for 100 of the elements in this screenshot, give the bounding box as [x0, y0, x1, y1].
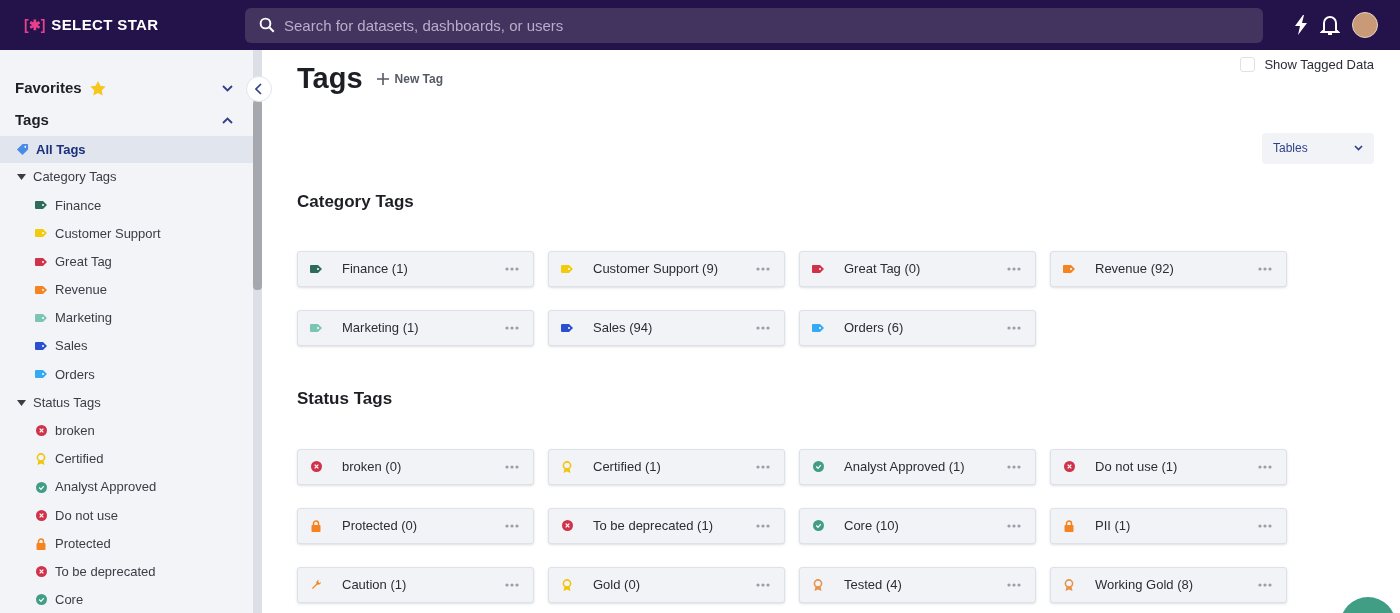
tag-label: Do not use (1): [1095, 457, 1179, 476]
tag-label: Gold (0): [593, 575, 641, 594]
tag-card[interactable]: Certified (1): [548, 448, 785, 485]
tables-dropdown[interactable]: Tables: [1262, 132, 1374, 164]
more-icon[interactable]: [505, 267, 519, 271]
tag-label: Great Tag (0): [844, 260, 922, 279]
new-tag-button[interactable]: New Tag: [376, 69, 443, 88]
page-title: Tags: [297, 61, 363, 96]
tree-group[interactable]: Category Tags: [0, 163, 253, 192]
chevron-down-icon[interactable]: [222, 84, 233, 92]
tag-card[interactable]: Gold (0): [548, 566, 785, 603]
tag-card[interactable]: Do not use (1): [1050, 448, 1287, 485]
tree-item[interactable]: Certified: [0, 444, 253, 474]
tag-card[interactable]: Core (10): [799, 507, 1036, 544]
tag-card[interactable]: PII (1): [1050, 507, 1287, 544]
section-heading[interactable]: Tags: [15, 108, 49, 132]
more-icon[interactable]: [1007, 523, 1021, 528]
more-icon[interactable]: [505, 582, 519, 587]
tree-item[interactable]: Great Tag: [0, 247, 253, 276]
scrollbar-thumb[interactable]: [253, 100, 262, 290]
tag-card[interactable]: Revenue (92): [1050, 251, 1287, 287]
tag-card[interactable]: Marketing (1): [297, 310, 534, 346]
tag-label: Revenue (92): [1095, 260, 1175, 279]
more-icon[interactable]: [505, 326, 519, 330]
logo-mark: [✱]: [24, 15, 46, 35]
tag-label: Customer Support (9): [593, 260, 719, 279]
more-icon[interactable]: [1007, 267, 1021, 271]
scrollbar[interactable]: [253, 50, 262, 613]
tag-card[interactable]: To be deprecated (1): [548, 507, 785, 544]
tree-item[interactable]: broken: [0, 416, 253, 445]
tree-item[interactable]: Sales: [0, 332, 253, 361]
more-icon[interactable]: [1007, 464, 1021, 469]
tag-card[interactable]: Tested (4): [799, 566, 1036, 603]
tag-card[interactable]: Working Gold (8): [1050, 566, 1287, 603]
tag-card[interactable]: Customer Support (9): [548, 251, 785, 287]
more-icon[interactable]: [1007, 582, 1021, 587]
tag-card[interactable]: broken (0): [297, 448, 534, 485]
tag-card[interactable]: Protected (0): [297, 507, 534, 544]
tree-item[interactable]: Analyst Approved: [0, 473, 253, 502]
tree-item[interactable]: To be deprecated: [0, 557, 253, 586]
bell-icon[interactable]: [1320, 14, 1340, 36]
tag-label: Analyst Approved (1): [844, 457, 966, 476]
tag-label: Certified (1): [593, 457, 662, 476]
tree-item[interactable]: Finance: [0, 191, 253, 220]
section-heading[interactable]: Favorites: [15, 76, 82, 100]
tree-item[interactable]: Do not use: [0, 501, 253, 530]
search-field[interactable]: Search for datasets, dashboards, or users: [245, 7, 1263, 43]
avatar[interactable]: [1352, 12, 1378, 38]
tag-label: PII (1): [1095, 516, 1132, 535]
show-tagged-checkbox[interactable]: [1240, 57, 1256, 73]
tree-item[interactable]: Marketing: [0, 303, 253, 333]
tag-card[interactable]: Caution (1): [297, 566, 534, 603]
section-title: Status Tags: [297, 388, 394, 410]
plus-icon: [376, 72, 389, 85]
logo-text: SELECT STAR: [51, 14, 159, 35]
more-icon[interactable]: [505, 523, 519, 528]
tag-label: Protected (0): [342, 516, 419, 535]
more-icon[interactable]: [1258, 267, 1272, 271]
chevron-left-icon: [255, 83, 263, 95]
tree-item[interactable]: Customer Support: [0, 219, 253, 248]
tag-card[interactable]: Analyst Approved (1): [799, 448, 1036, 485]
tree-item[interactable]: Protected: [0, 529, 253, 558]
tag-label: Orders (6): [844, 319, 905, 338]
tag-icon: [16, 143, 29, 156]
tag-card[interactable]: Finance (1): [297, 251, 534, 287]
tag-label: Tested (4): [844, 575, 903, 594]
more-icon[interactable]: [505, 464, 519, 469]
section-title: Category Tags: [297, 190, 415, 213]
tag-card[interactable]: Great Tag (0): [799, 251, 1036, 287]
star-icon: [89, 80, 106, 96]
tree-item[interactable]: Core: [0, 585, 253, 613]
chevron-down-icon: [1354, 145, 1363, 151]
tag-label: Caution (1): [342, 575, 408, 594]
tag-card[interactable]: Orders (6): [799, 310, 1036, 346]
tag-label: Working Gold (8): [1095, 575, 1194, 594]
tag-label: To be deprecated (1): [593, 516, 714, 535]
tag-label: Marketing (1): [342, 319, 420, 338]
chevron-up-icon[interactable]: [222, 116, 233, 124]
tag-label: Core (10): [844, 516, 900, 535]
tag-label: broken (0): [342, 457, 403, 476]
more-icon[interactable]: [756, 267, 770, 271]
more-icon[interactable]: [756, 326, 770, 330]
tag-label: Sales (94): [593, 319, 654, 338]
collapse-sidebar-button[interactable]: [246, 76, 272, 102]
tree-group[interactable]: Status Tags: [0, 388, 253, 417]
more-icon[interactable]: [756, 464, 770, 469]
all-tags-item[interactable]: All Tags: [0, 136, 253, 163]
search-icon: [258, 15, 276, 34]
tag-card[interactable]: Sales (94): [548, 310, 785, 346]
more-icon[interactable]: [1258, 464, 1272, 469]
tree-item[interactable]: Orders: [0, 360, 253, 389]
more-icon[interactable]: [1258, 582, 1272, 587]
show-tagged-label: Show Tagged Data: [1264, 56, 1374, 74]
more-icon[interactable]: [1258, 523, 1272, 528]
tag-label: Finance (1): [342, 260, 409, 279]
more-icon[interactable]: [756, 523, 770, 528]
tree-item[interactable]: Revenue: [0, 275, 253, 304]
more-icon[interactable]: [756, 582, 770, 587]
lightning-icon[interactable]: [1294, 15, 1308, 35]
more-icon[interactable]: [1007, 326, 1021, 330]
